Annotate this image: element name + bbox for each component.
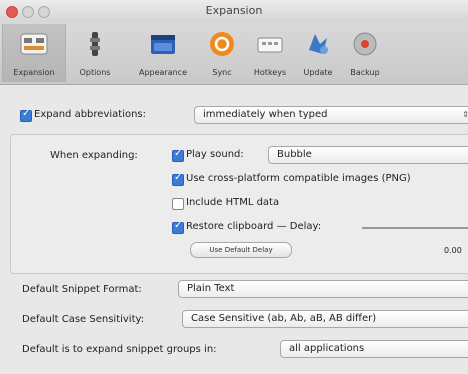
case-sensitivity-value: Case Sensitive (ab, Ab, aB, AB differ) [191, 313, 377, 324]
groups-value: all applications [289, 343, 365, 354]
tab-label: Options [79, 68, 111, 77]
expand-timing-popup[interactable]: immediately when typed ⇕ [194, 106, 468, 124]
restore-clipboard-label: Restore clipboard — Delay: [186, 221, 322, 232]
restore-clipboard-checkbox[interactable] [172, 220, 184, 234]
window-title: Expansion [205, 4, 263, 17]
tab-label: Hotkeys [253, 68, 287, 77]
tab-label: Backup [350, 68, 380, 77]
groups-popup[interactable]: all applications [280, 340, 468, 358]
expand-abbreviations-label: Expand abbreviations: [34, 109, 147, 120]
case-sensitivity-popup[interactable]: Case Sensitive (ab, Ab, aB, AB differ) [182, 310, 468, 328]
sound-popup[interactable]: Bubble [268, 146, 468, 164]
tab-options[interactable]: Options [70, 24, 120, 82]
case-sensitivity-label: Default Case Sensitivity: [22, 314, 145, 325]
tab-label: Appearance [138, 68, 188, 77]
backup-icon [353, 32, 377, 56]
tab-label: Update [303, 68, 333, 77]
play-sound-checkbox[interactable] [172, 148, 184, 162]
include-html-label: Include HTML data [186, 197, 280, 208]
use-default-delay-button[interactable]: Use Default Delay [190, 242, 292, 258]
cross-platform-label: Use cross-platform compatible images (PN… [186, 173, 411, 184]
tab-label: Sync [212, 68, 232, 77]
options-icon [90, 32, 100, 56]
toolbar: Expansion Options Appearance Sync Hotkey… [0, 22, 468, 85]
hotkeys-icon [257, 37, 283, 53]
sync-icon [210, 32, 234, 56]
tab-sync[interactable]: Sync [200, 24, 244, 82]
snippet-format-label: Default Snippet Format: [22, 284, 142, 295]
preferences-window: Expansion Expansion Options Appearance S… [0, 0, 468, 374]
when-expanding-label: When expanding: [50, 150, 138, 161]
groups-label: Default is to expand snippet groups in: [22, 344, 217, 355]
appearance-icon [151, 35, 175, 54]
tab-hotkeys[interactable]: Hotkeys [246, 24, 294, 82]
title-bar: Expansion [0, 0, 468, 22]
sound-value: Bubble [277, 149, 312, 160]
play-sound-label: Play sound: [186, 149, 244, 160]
expand-timing-value: immediately when typed [203, 109, 328, 120]
popup-arrows-icon: ⇕ [462, 107, 468, 123]
tab-backup[interactable]: Backup [342, 24, 388, 82]
snippet-format-popup[interactable]: Plain Text [178, 280, 468, 298]
snippet-format-value: Plain Text [187, 283, 235, 294]
expansion-icon [20, 33, 48, 55]
expand-abbreviations-checkbox[interactable] [20, 108, 32, 122]
tab-update[interactable]: Update [296, 24, 340, 82]
update-icon [309, 34, 328, 54]
tab-label: Expansion [13, 68, 55, 77]
tab-appearance[interactable]: Appearance [130, 24, 196, 82]
include-html-checkbox[interactable] [172, 198, 184, 210]
cross-platform-checkbox[interactable] [172, 172, 184, 186]
tab-expansion[interactable]: Expansion [2, 24, 66, 82]
delay-slider[interactable] [362, 227, 468, 229]
delay-value: 0.00 [444, 246, 462, 255]
